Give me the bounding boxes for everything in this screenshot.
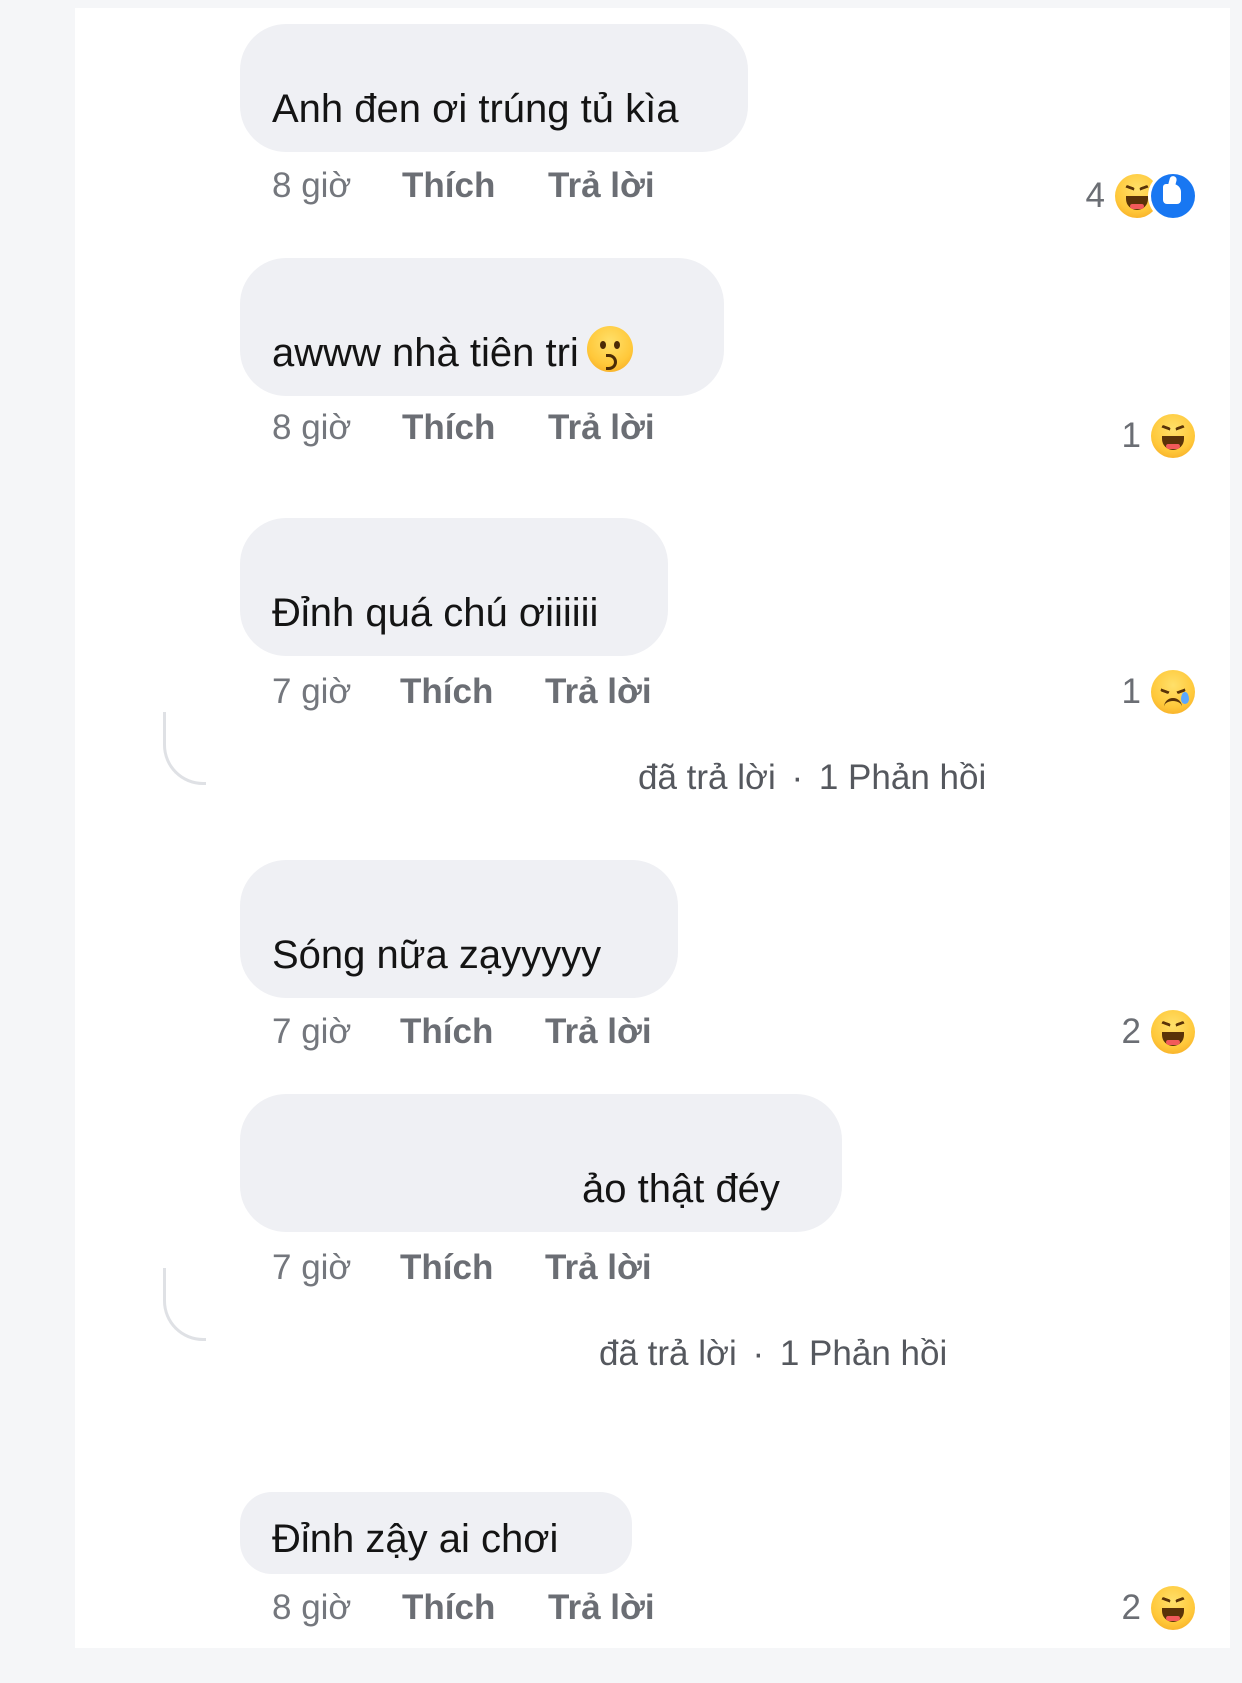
replied-label: đã trả lời	[599, 1334, 737, 1373]
reaction-summary[interactable]: 4	[1086, 172, 1195, 220]
reaction-count: 1	[1121, 416, 1141, 455]
comment-bubble[interactable]: Sóng nữa zạyyyyy	[240, 860, 678, 998]
haha-icon	[1151, 1586, 1195, 1630]
sad-icon	[1151, 670, 1195, 714]
replied-label: đã trả lời	[638, 758, 776, 797]
reaction-summary[interactable]: 1	[1122, 412, 1195, 460]
comment-bubble[interactable]: Đỉnh quá chú ơiiiiii	[240, 518, 668, 656]
reply-button[interactable]: Trả lời	[548, 166, 655, 206]
separator: ·	[791, 758, 804, 797]
view-replies-link[interactable]: đã trả lời · 1 Phản hồi	[638, 758, 986, 798]
reply-button[interactable]: Trả lời	[545, 1012, 652, 1052]
like-button[interactable]: Thích	[400, 672, 493, 712]
comment-text: Anh đen ơi trúng tủ kìa	[272, 87, 679, 131]
like-button[interactable]: Thích	[400, 1248, 493, 1288]
reaction-summary[interactable]: 2	[1122, 1584, 1195, 1632]
reply-count: 1 Phản hồi	[818, 758, 987, 797]
haha-icon	[1151, 414, 1195, 458]
comment-bubble[interactable]: awww nhà tiên tri	[240, 258, 724, 396]
comment-text: awww nhà tiên tri	[272, 326, 633, 376]
reply-button[interactable]: Trả lời	[545, 672, 652, 712]
like-icon	[1151, 174, 1195, 218]
comment-time: 8 giờ	[272, 166, 352, 205]
comment-text: Đỉnh zậy ai chơi	[272, 1517, 559, 1561]
comment-time: 7 giờ	[272, 672, 352, 711]
like-button[interactable]: Thích	[400, 1012, 493, 1052]
separator: ·	[752, 1334, 765, 1373]
comment-time: 8 giờ	[272, 408, 352, 447]
haha-icon	[1151, 1010, 1195, 1054]
reaction-summary[interactable]: 1	[1122, 668, 1195, 716]
like-button[interactable]: Thích	[402, 1588, 495, 1628]
comment-text: ảo thật đéy	[582, 1167, 780, 1211]
comment-text: Sóng nữa zạyyyyy	[272, 933, 602, 977]
reply-count: 1 Phản hồi	[779, 1334, 948, 1373]
comment-text: Đỉnh quá chú ơiiiiii	[272, 591, 599, 635]
reply-button[interactable]: Trả lời	[545, 1248, 652, 1288]
comment-bubble[interactable]: ảo thật đéy	[240, 1094, 842, 1232]
comment-time: 7 giờ	[272, 1248, 352, 1287]
comment-text-body: awww nhà tiên tri	[272, 331, 579, 375]
like-button[interactable]: Thích	[402, 166, 495, 206]
comment-bubble[interactable]: Đỉnh zậy ai chơi	[240, 1492, 632, 1574]
kissing-face-icon	[586, 326, 633, 372]
reaction-count: 2	[1121, 1588, 1141, 1627]
reaction-count: 1	[1121, 672, 1141, 711]
reaction-summary[interactable]: 2	[1122, 1008, 1195, 1056]
reaction-count: 2	[1121, 1012, 1141, 1051]
comment-bubble[interactable]: Anh đen ơi trúng tủ kìa	[240, 24, 748, 152]
comment-time: 7 giờ	[272, 1012, 352, 1051]
reply-button[interactable]: Trả lời	[548, 1588, 655, 1628]
view-replies-link[interactable]: đã trả lời · 1 Phản hồi	[599, 1334, 947, 1374]
comment-time: 8 giờ	[272, 1588, 352, 1627]
comments-panel	[75, 8, 1230, 1648]
reply-button[interactable]: Trả lời	[548, 408, 655, 448]
reaction-count: 4	[1085, 176, 1105, 215]
like-button[interactable]: Thích	[402, 408, 495, 448]
